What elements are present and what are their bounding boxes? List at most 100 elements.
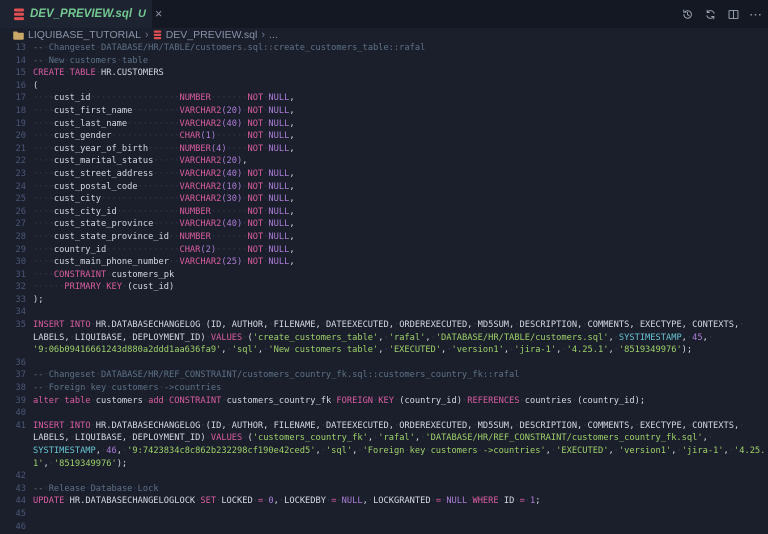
breadcrumb-item-file[interactable]: DEV_PREVIEW.sql (153, 29, 258, 41)
code-line[interactable]: 35 INSERT·INTO·HR.DATABASECHANGELOG·(ID,·… (0, 319, 768, 332)
code-line[interactable]: 37--·Changeset·DATABASE/HR/REF_CONSTRAIN… (0, 369, 768, 382)
code-line[interactable]: 44 UPDATE·HR.DATABASECHANGELOGLOCK·SET·LO… (0, 495, 768, 508)
line-number: 35 (0, 319, 26, 332)
history-icon[interactable] (680, 7, 694, 21)
line-number: 44 (0, 495, 26, 508)
code-line[interactable]: '9:06b09416661243d880a2ddd1aa636fa9',·'s… (0, 344, 768, 357)
line-number: 40 (0, 407, 26, 420)
code-line[interactable]: 25····cust_city···············VARCHAR2(3… (0, 193, 768, 206)
line-number: 37 (0, 369, 26, 382)
line-number: 32 (0, 281, 26, 294)
tab-bar: DEV_PREVIEW.sql U × (0, 0, 768, 28)
code-line[interactable]: 34 (0, 306, 768, 319)
line-number: 39 (0, 395, 26, 408)
code-text: ····CONSTRAINT·customers_pk (33, 269, 174, 282)
code-line[interactable]: 19 ····cust_last_name··········VARCHAR2(4… (0, 118, 768, 131)
code-line[interactable]: LABELS,·LIQUIBASE,·DEPLOYMENT_ID)·VALUES… (0, 332, 768, 345)
code-line[interactable]: 27····cust_state_province·····VARCHAR2(4… (0, 218, 768, 231)
code-line[interactable]: SYSTIMESTAMP,·46,·'9:7423834c8c862b23229… (0, 445, 768, 458)
code-line[interactable]: 21 ····cust_year_of_birth······NUMBER(4)·… (0, 143, 768, 156)
code-line[interactable]: 29 ····country_id··············CHAR(2)···… (0, 244, 768, 257)
code-line[interactable]: 26 ····cust_city_id············NUMBER····… (0, 206, 768, 219)
code-line[interactable]: 15CREATE·TABLE·HR.CUSTOMERS (0, 67, 768, 80)
line-number: 24 (0, 181, 26, 194)
code-line[interactable]: 17····cust_id·················NUMBER····… (0, 92, 768, 105)
split-editor-icon[interactable] (726, 7, 740, 21)
code-line[interactable]: 18····cust_first_name·········VARCHAR2(2… (0, 105, 768, 118)
database-icon (153, 30, 162, 40)
code-line[interactable]: LABELS,·LIQUIBASE,·DEPLOYMENT_ID)·VALUES… (0, 432, 768, 445)
more-actions-icon[interactable]: ⋯ (749, 8, 761, 21)
code-text: UPDATE·HR.DATABASECHANGELOGLOCK·SET·LOCK… (33, 495, 541, 508)
chevron-right-icon: › (145, 30, 149, 41)
code-text: ····cust_year_of_birth······NUMBER(4)···… (33, 143, 295, 156)
line-number: 26 (0, 206, 26, 219)
code-text: ····cust_gender·············CHAR(1)·····… (33, 130, 295, 143)
modified-badge: U (138, 8, 146, 20)
line-number: 29 (0, 244, 26, 257)
code-text: ····cust_last_name··········VARCHAR2(40)… (33, 118, 295, 131)
code-text: --·New·customers·table (33, 55, 148, 68)
code-text: --·Foreign·key·customers·->countries (33, 382, 221, 395)
line-number: 18 (0, 105, 26, 118)
breadcrumb-item-project[interactable]: LIQUIBASE_TUTORIAL (13, 29, 141, 41)
code-text: '9:06b09416661243d880a2ddd1aa636fa9',·'s… (33, 344, 692, 357)
code-line[interactable]: 45 (0, 508, 768, 521)
code-text: ····cust_postal_code········VARCHAR2(10)… (33, 181, 295, 194)
code-line[interactable]: 41INSERT·INTO·HR.DATABASECHANGELOG·(ID,·… (0, 420, 768, 433)
line-number: 21 (0, 143, 26, 156)
line-number: 16 (0, 80, 26, 93)
code-line[interactable]: 16( (0, 80, 768, 93)
line-number: 46 (0, 521, 26, 534)
line-number: 20 (0, 130, 26, 143)
code-text: ····cust_main_phone_number··VARCHAR2(25)… (33, 256, 295, 269)
code-text: ····cust_street_address·····VARCHAR2(40)… (33, 168, 295, 181)
code-line[interactable]: 40 (0, 407, 768, 420)
line-number: 15 (0, 67, 26, 80)
code-text: ····country_id··············CHAR(2)·····… (33, 244, 295, 257)
code-line[interactable]: 30 ····cust_main_phone_number··VARCHAR2(2… (0, 256, 768, 269)
code-line[interactable]: 23····cust_street_address·····VARCHAR2(4… (0, 168, 768, 181)
breadcrumb-ellipsis[interactable]: ... (269, 29, 278, 41)
code-line[interactable]: 32······PRIMARY·KEY·(cust_id) (0, 281, 768, 294)
breadcrumb-item-label: DEV_PREVIEW.sql (166, 29, 258, 41)
code-line[interactable]: 13--·Changeset·DATABASE/HR/TABLE/custome… (0, 42, 768, 55)
code-text: ····cust_state_province_id··NUMBER······… (33, 231, 295, 244)
line-number (0, 458, 26, 471)
code-line[interactable]: 33); (0, 294, 768, 307)
code-editor[interactable]: 13--·Changeset·DATABASE/HR/TABLE/custome… (0, 42, 768, 534)
code-text: ····cust_city_id············NUMBER······… (33, 206, 295, 219)
code-rows: 13--·Changeset·DATABASE/HR/TABLE/custome… (0, 42, 768, 533)
line-number: 19 (0, 118, 26, 131)
line-number: 34 (0, 306, 26, 319)
line-number: 45 (0, 508, 26, 521)
code-line[interactable]: 28····cust_state_province_id··NUMBER····… (0, 231, 768, 244)
code-line[interactable]: 1',·'8519349976'); (0, 458, 768, 471)
code-line[interactable]: 24 ····cust_postal_code········VARCHAR2(1… (0, 181, 768, 194)
code-line[interactable]: 39 alter·table·customers·add·CONSTRAINT·c… (0, 395, 768, 408)
code-text: ····cust_id·················NUMBER······… (33, 92, 295, 105)
line-number: 14 (0, 55, 26, 68)
code-line[interactable]: 14 --·New·customers·table (0, 55, 768, 68)
code-line[interactable]: 36 (0, 357, 768, 370)
sync-icon[interactable] (703, 7, 717, 21)
code-line[interactable]: 22····cust_marital_status·····VARCHAR2(2… (0, 155, 768, 168)
code-line[interactable]: 38 --·Foreign·key·customers·->countries (0, 382, 768, 395)
code-line[interactable]: 43--·Release·Database·Lock (0, 483, 768, 496)
code-line[interactable]: 31····CONSTRAINT·customers_pk (0, 269, 768, 282)
code-line[interactable]: 42 (0, 470, 768, 483)
code-text: alter·table·customers·add·CONSTRAINT·cus… (33, 395, 645, 408)
line-number: 38 (0, 382, 26, 395)
folder-icon (13, 30, 24, 40)
line-number: 42 (0, 470, 26, 483)
code-line[interactable]: 20 ····cust_gender·············CHAR(1)···… (0, 130, 768, 143)
line-number: 30 (0, 256, 26, 269)
tab-dev-preview-sql[interactable]: DEV_PREVIEW.sql U × (0, 0, 152, 28)
chevron-right-icon: › (261, 30, 265, 41)
editor-actions: ⋯ (680, 0, 768, 28)
line-number: 22 (0, 155, 26, 168)
line-number (0, 344, 26, 357)
line-number: 33 (0, 294, 26, 307)
code-line[interactable]: 46 (0, 521, 768, 534)
code-text: INSERT·INTO·HR.DATABASECHANGELOG·(ID,·AU… (33, 319, 744, 332)
